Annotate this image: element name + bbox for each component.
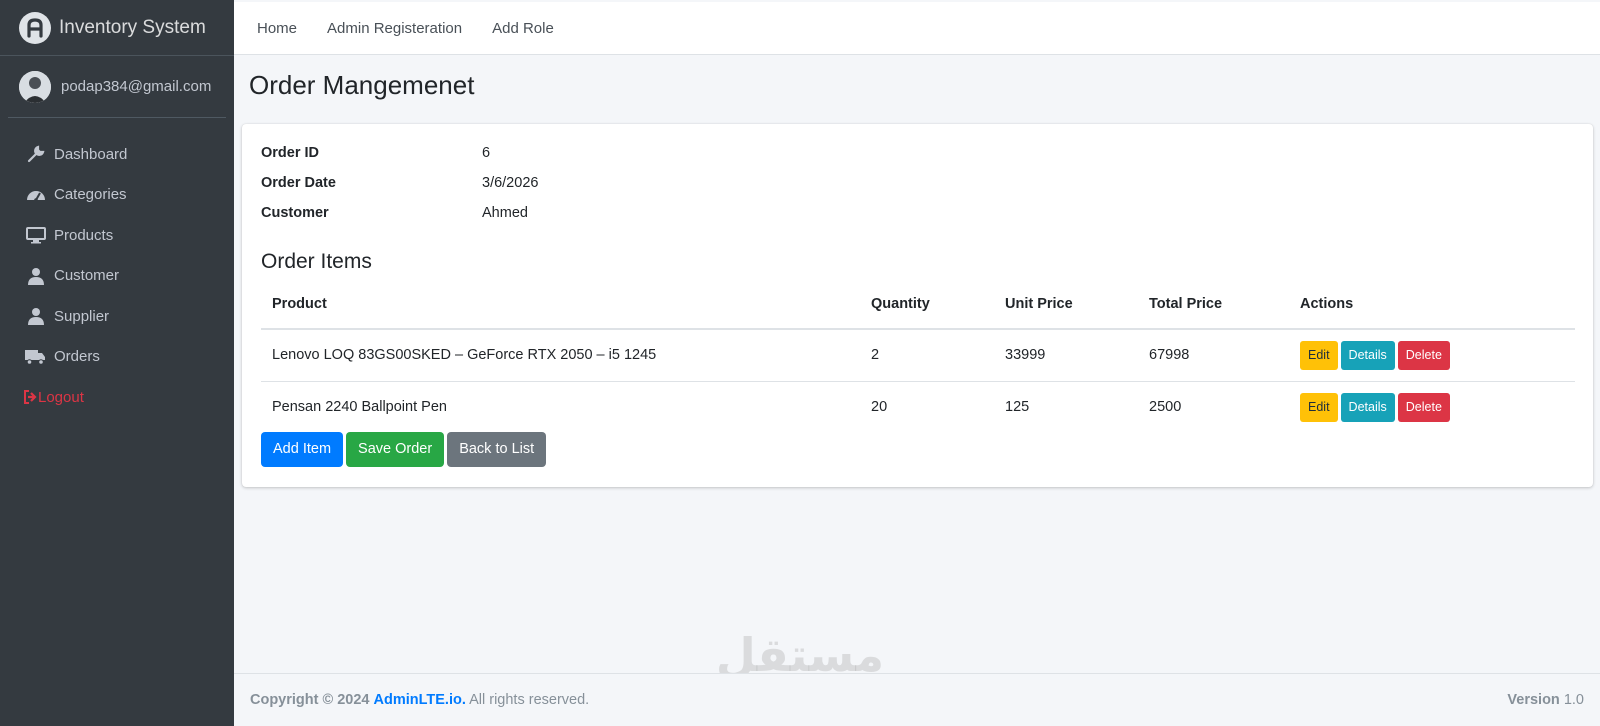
sidebar-item-dashboard[interactable]: Dashboard	[0, 134, 234, 175]
order-items-table: Product Quantity Unit Price Total Price …	[261, 280, 1575, 433]
sidebar-item-customer[interactable]: Customer	[0, 256, 234, 297]
rights-text: All rights reserved.	[469, 692, 590, 708]
customer-label: Customer	[261, 205, 329, 221]
brand-link[interactable]: Inventory System	[0, 0, 234, 56]
nav-link-admin-registeration[interactable]: Admin Registeration	[327, 20, 462, 37]
version-value: 1.0	[1563, 692, 1584, 708]
column-header-actions: Actions	[1289, 280, 1575, 330]
user-icon	[25, 265, 46, 286]
copyright-text: Copyright © 2024	[250, 692, 370, 708]
save-order-button[interactable]: Save Order	[346, 432, 445, 467]
brand-logo-icon	[19, 11, 51, 44]
sidebar-item-label: Dashboard	[54, 145, 128, 163]
cell-unit-price: 33999	[1005, 347, 1046, 364]
customer-value: Ahmed	[482, 205, 528, 221]
sidebar-item-label: Supplier	[54, 307, 110, 325]
sidebar-item-products[interactable]: Products	[0, 215, 234, 256]
tachometer-icon	[25, 184, 46, 205]
avatar	[19, 70, 51, 103]
order-date-label: Order Date	[261, 175, 336, 191]
cell-actions: Edit Details Delete	[1289, 329, 1575, 381]
delete-button[interactable]: Delete	[1397, 340, 1450, 370]
order-id-row: Order ID 6	[261, 145, 490, 161]
cell-total-price: 67998	[1149, 347, 1190, 364]
sidebar-item-categories[interactable]: Categories	[0, 175, 234, 216]
cell-total-price: 2500	[1138, 380, 1289, 433]
cell-unit-price: 125	[994, 380, 1138, 433]
back-to-list-button[interactable]: Back to List	[447, 432, 547, 467]
wrench-icon	[25, 144, 46, 165]
cell-quantity: 20	[860, 380, 994, 433]
customer-row: Customer Ahmed	[261, 205, 528, 221]
desktop-icon	[25, 225, 46, 246]
column-header-unit-price: Unit Price	[994, 280, 1138, 330]
column-header-quantity: Quantity	[860, 280, 994, 330]
sidebar-item-orders[interactable]: Orders	[0, 337, 234, 378]
top-navbar: Home Admin Registeration Add Role	[234, 2, 1600, 55]
user-email: podap384@gmail.com	[61, 78, 212, 95]
footer-copyright: Copyright © 2024 AdminLTE.io. All rights…	[250, 692, 589, 708]
main-footer: Copyright © 2024 AdminLTE.io. All rights…	[234, 673, 1600, 726]
details-button[interactable]: Details	[1340, 340, 1395, 370]
cell-product: Lenovo LOQ 83GS00SKED – GeForce RTX 2050…	[272, 347, 657, 364]
adminlte-link[interactable]: AdminLTE.io.	[374, 692, 466, 708]
order-id-value: 6	[482, 145, 491, 161]
main-sidebar: Inventory System podap384@gmail.com Dash…	[0, 0, 234, 726]
order-id-label: Order ID	[261, 145, 320, 161]
sign-out-icon	[22, 387, 38, 408]
order-actions: Add Item Save Order Back to List	[261, 432, 549, 467]
sidebar-item-label: Customer	[54, 267, 120, 285]
edit-button[interactable]: Edit	[1300, 340, 1338, 370]
column-header-total-price: Total Price	[1138, 280, 1289, 330]
column-header-product: Product	[261, 280, 860, 330]
sidebar-item-logout[interactable]: Logout	[0, 377, 234, 418]
details-button[interactable]: Details	[1340, 392, 1395, 422]
footer-version: Version 1.0	[1507, 692, 1584, 708]
nav-link-add-role[interactable]: Add Role	[492, 20, 554, 37]
user-icon	[25, 306, 46, 327]
sidebar-item-label: Orders	[54, 348, 100, 366]
table-row: Pensan 2240 Ballpoint Pen 20 125 2500 Ed…	[261, 380, 1575, 433]
table-header-row: Product Quantity Unit Price Total Price …	[261, 280, 1575, 330]
delete-button[interactable]: Delete	[1397, 392, 1450, 422]
sidebar-item-label: Categories	[54, 186, 127, 204]
order-items-title: Order Items	[261, 250, 372, 273]
order-card: Order ID 6 Order Date 3/6/2026 Customer …	[242, 124, 1593, 487]
sidebar-item-label: Products	[54, 226, 114, 244]
order-date-value: 3/6/2026	[482, 175, 539, 191]
edit-button[interactable]: Edit	[1300, 392, 1338, 422]
cell-quantity: 2	[871, 347, 880, 364]
cell-actions: Edit Details Delete	[1289, 380, 1575, 433]
version-label: Version	[1507, 692, 1560, 708]
truck-icon	[25, 346, 46, 367]
sidebar-nav: Dashboard Categories Products Customer S…	[0, 118, 234, 418]
sidebar-item-label: Logout	[38, 388, 84, 406]
nav-link-home[interactable]: Home	[257, 20, 297, 37]
table-row: Lenovo LOQ 83GS00SKED – GeForce RTX 2050…	[261, 329, 1575, 381]
page-title: Order Mangemenet	[249, 70, 475, 100]
watermark-arabic: مستقل	[715, 628, 885, 682]
add-item-button[interactable]: Add Item	[261, 432, 344, 467]
cell-product: Pensan 2240 Ballpoint Pen	[261, 380, 860, 433]
user-panel[interactable]: podap384@gmail.com	[8, 56, 226, 118]
sidebar-item-supplier[interactable]: Supplier	[0, 296, 234, 337]
order-date-row: Order Date 3/6/2026	[261, 175, 538, 191]
brand-name: Inventory System	[59, 16, 206, 38]
